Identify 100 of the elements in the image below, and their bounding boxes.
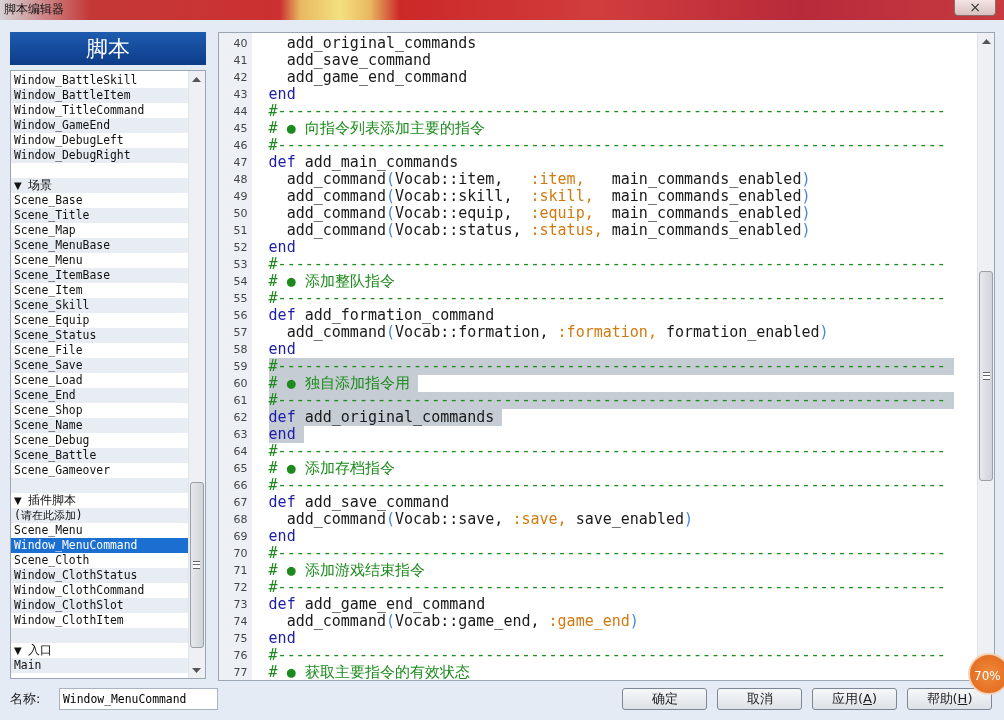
line-number: 48 [232, 172, 249, 188]
script-list-item[interactable]: Scene_Status [11, 328, 188, 343]
script-list-item[interactable]: Scene_Battle [11, 448, 188, 463]
code-line: #-------------------------------------------------------------------------- [268, 443, 946, 460]
line-number: 49 [232, 189, 249, 205]
line-number: 44 [232, 104, 249, 120]
category-label[interactable]: 入口 [27, 643, 52, 658]
line-number: 74 [232, 614, 249, 630]
scroll-thumb[interactable] [189, 482, 204, 648]
code-line: add_command(Vocab::item, :item, main_commands_enabled) [285, 171, 811, 188]
code-line: add_command(Vocab::status, :status, main_commands_enabled) [285, 222, 811, 239]
code-line: #-------------------------------------------------------------------------- [268, 103, 946, 120]
code-line: # ● 向指令列表添加主要的指令 [268, 120, 485, 137]
code-line: # ● 添加整队指令 [268, 273, 395, 290]
line-number: 40 [232, 36, 249, 52]
scroll-thumb[interactable] [979, 271, 993, 481]
line-number: 46 [232, 138, 249, 154]
category-label[interactable]: 插件脚本 [27, 493, 76, 508]
line-number: 69 [232, 529, 249, 545]
line-number: 71 [232, 563, 249, 579]
script-list-item[interactable]: Scene_End [11, 388, 188, 403]
category-row[interactable]: ▼ 场景 [11, 178, 188, 193]
line-number: 56 [232, 308, 249, 324]
scroll-down-icon[interactable] [192, 667, 202, 673]
code-line: def add_main_commands [268, 154, 459, 171]
code-line: add_command(Vocab::equip, :equip, main_commands_enabled) [285, 205, 811, 222]
code-line: #-------------------------------------------------------------------------- [268, 647, 946, 664]
grip-icon [982, 372, 990, 380]
script-list-item[interactable]: (请在此添加) [11, 508, 188, 523]
script-list-item[interactable]: Scene_Skill [11, 298, 188, 313]
dialog-button[interactable]: 取消 [717, 687, 802, 710]
expand-arrow-icon[interactable]: ▼ [14, 178, 22, 193]
line-number: 63 [232, 427, 249, 443]
code-line: end [268, 341, 296, 358]
line-number: 55 [232, 291, 249, 307]
line-number: 42 [232, 70, 249, 86]
dialog-button[interactable]: 帮助(H) [907, 687, 992, 710]
code-line: #-------------------------------------------------------------------------- [268, 545, 946, 562]
code-line: add_game_end_command [285, 69, 468, 86]
panel-title: 脚本 [10, 32, 206, 65]
line-number: 53 [232, 257, 249, 273]
line-number: 67 [232, 495, 249, 511]
code-line: #-------------------------------------------------------------------------- [268, 137, 946, 154]
line-number: 50 [232, 206, 249, 222]
line-number: 68 [232, 512, 249, 528]
code-line: #-------------------------------------------------------------------------- [268, 579, 946, 596]
script-list-item[interactable]: Scene_Name [11, 418, 188, 433]
expand-arrow-icon[interactable]: ▼ [14, 643, 22, 658]
window-title: 脚本编辑器 [3, 1, 64, 18]
line-number: 47 [232, 155, 249, 171]
script-list-item[interactable]: Window_ClothSlot [11, 598, 188, 613]
code-line: add_command(Vocab::formation, :formation, formation_enabled) [285, 324, 829, 341]
script-list-item[interactable]: Window_DebugRight [11, 148, 188, 163]
line-number: 45 [232, 121, 249, 137]
code-line: # ● 获取主要指令的有效状态 [268, 664, 470, 680]
close-button[interactable]: × [954, 0, 996, 16]
scroll-up-icon[interactable] [192, 76, 202, 82]
scroll-up-icon[interactable] [981, 38, 991, 44]
code-line: add_command(Vocab::skill, :skill, main_commands_enabled) [285, 188, 811, 205]
script-list-item[interactable]: Window_GameEnd [11, 118, 188, 133]
name-label: 名称: [10, 689, 42, 708]
code-line: add_save_command [285, 52, 432, 69]
script-list-item[interactable]: Scene_Title [11, 208, 188, 223]
dialog-button[interactable]: 应用(A) [812, 687, 897, 710]
line-number: 61 [232, 393, 249, 409]
expand-arrow-icon[interactable]: ▼ [14, 493, 22, 508]
line-number: 43 [232, 87, 249, 103]
code-line: end [268, 630, 296, 647]
line-number: 76 [232, 648, 249, 664]
code-line: # ● 添加存档指令 [268, 460, 395, 477]
code-line: end [268, 86, 296, 103]
line-number: 73 [232, 597, 249, 613]
script-list-item[interactable]: Window_ClothStatus [11, 568, 188, 583]
line-number: 41 [232, 53, 249, 69]
category-label[interactable]: 场景 [27, 178, 52, 193]
code-line: end [268, 239, 296, 256]
line-number: 66 [232, 478, 249, 494]
line-number: 52 [232, 240, 249, 256]
line-number: 58 [232, 342, 249, 358]
code-line: #-------------------------------------------------------------------------- [268, 256, 946, 273]
script-list-item[interactable]: Scene_ItemBase [11, 268, 188, 283]
script-list-item[interactable]: Scene_Save [11, 358, 188, 373]
code-line: def add_game_end_command [268, 596, 486, 613]
line-number: 60 [232, 376, 249, 392]
code-line: #-------------------------------------------------------------------------- [268, 290, 946, 307]
code-line: add_command(Vocab::save, :save, save_enabled) [285, 511, 694, 528]
grip-icon [193, 561, 201, 569]
dialog-button[interactable]: 确定 [622, 687, 707, 710]
line-number: 72 [232, 580, 249, 596]
code-line: #-------------------------------------------------------------------------- [268, 477, 946, 494]
line-number: 54 [232, 274, 249, 290]
line-number: 51 [232, 223, 249, 239]
line-number: 65 [232, 461, 249, 477]
name-field[interactable]: Window_MenuCommand [59, 687, 218, 710]
script-list-item[interactable]: Window_MenuCommand [11, 538, 188, 553]
script-list-item[interactable]: Window_BattleItem [11, 88, 188, 103]
script-list-item[interactable]: Main [11, 658, 188, 673]
line-number: 57 [232, 325, 249, 341]
line-number: 59 [232, 359, 249, 375]
script-list-item[interactable]: Scene_MenuBase [11, 238, 188, 253]
